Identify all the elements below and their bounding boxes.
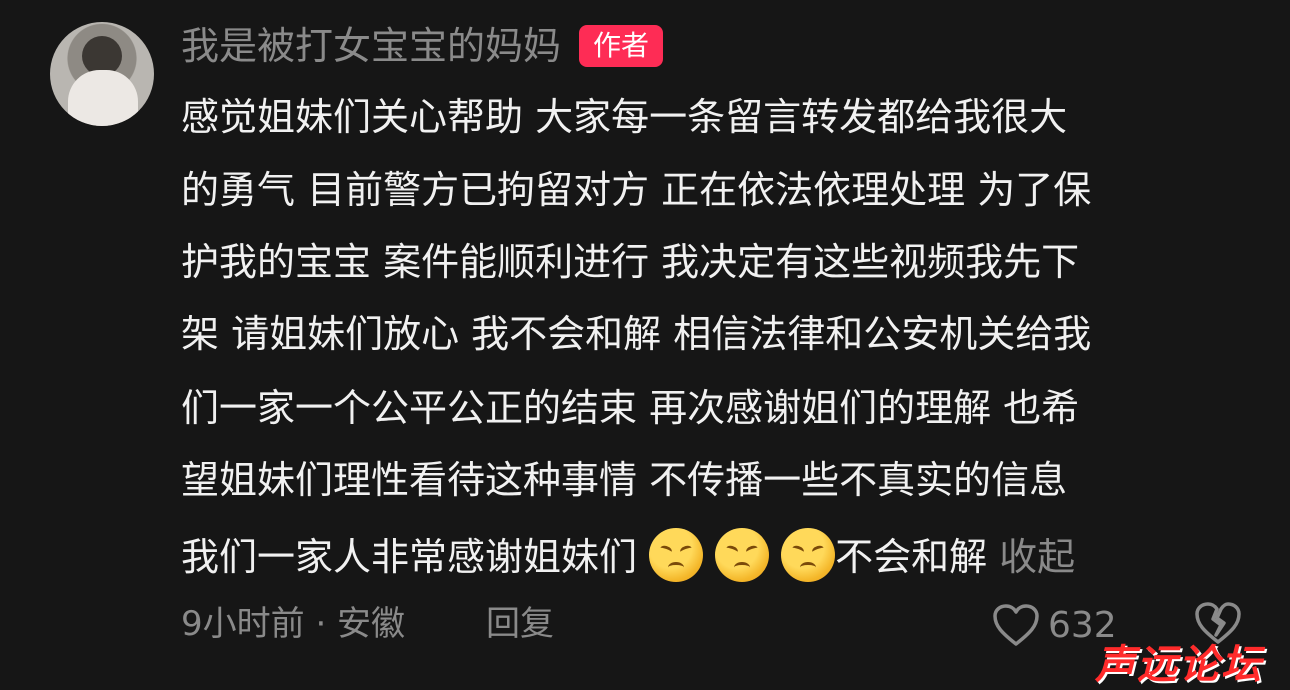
comment-line-3: 护我的宝宝 案件能顺利进行 我决定有这些视频我先下 [181,240,1080,284]
username[interactable]: 我是被打女宝宝的妈妈 [181,22,561,70]
comment-line-7: 我们一家人非常感谢姐妹们 不会和解 收起 [181,528,1075,582]
author-badge: 作者 [579,25,664,67]
persevering-face-emoji [781,528,836,582]
comment-line-5: 们一家一个公平公正的结束 再次感谢姐们的理解 也希 [181,386,1080,430]
comment-line-2: 的勇气 目前警方已拘留对方 正在依法依理处理 为了保 [181,168,1092,212]
forum-watermark: 声远论坛 [1095,642,1263,688]
collapse-button[interactable]: 收起 [999,535,1075,579]
comment-meta: 9小时前 · 安徽 [181,604,406,644]
comment-last-text: 我们一家人非常感谢姐妹们 [181,535,650,579]
persevering-face-emoji [649,528,704,582]
avatar-figure [68,70,138,126]
comment-line-1: 感觉姐妹们关心帮助 大家每一条留言转发都给我很大 [181,95,1068,139]
comment-line-6: 望姐妹们理性看待这种事情 不传播一些不真实的信息 [181,458,1068,502]
persevering-face-emoji [715,528,770,582]
comment-line-4: 架 请姐妹们放心 我不会和解 相信法律和公安机关给我 [181,312,1092,356]
comment-trailing-text: 不会和解 [835,535,988,579]
avatar[interactable] [50,22,154,126]
heart-icon [993,604,1039,646]
reply-button[interactable]: 回复 [486,600,554,648]
